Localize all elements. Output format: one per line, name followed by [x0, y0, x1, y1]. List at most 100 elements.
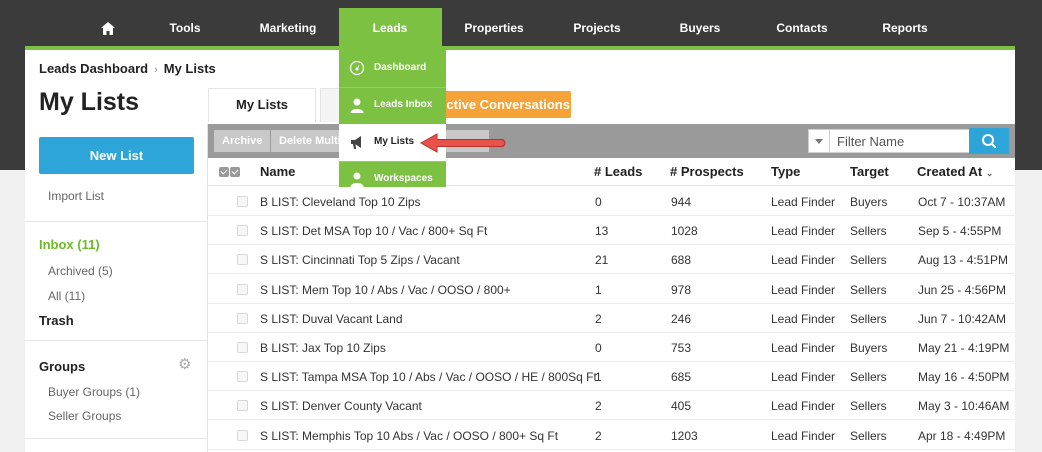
- row-checkbox[interactable]: [237, 429, 248, 441]
- cell-name[interactable]: S LIST: Duval Vacant Land: [260, 312, 403, 326]
- menu-item-label: Dashboard: [374, 62, 427, 73]
- sidebar-item-archived[interactable]: Archived (5): [48, 264, 113, 278]
- sidebar-divider: [25, 438, 208, 439]
- sort-chevron-icon: ⌄: [985, 168, 994, 178]
- sidebar-item-buyer-groups[interactable]: Buyer Groups (1): [48, 385, 140, 399]
- tab-my-lists[interactable]: My Lists: [208, 88, 316, 122]
- megaphone-icon: [351, 136, 361, 149]
- nav-buyers[interactable]: Buyers: [672, 8, 728, 48]
- select-all-checkbox[interactable]: [230, 167, 240, 177]
- menu-item-dashboard[interactable]: Dashboard: [339, 50, 446, 87]
- nav-properties[interactable]: Properties: [458, 8, 530, 48]
- breadcrumb: Leads Dashboard › My Lists: [39, 61, 216, 76]
- cell-created-at: May 3 - 10:46AM: [918, 399, 1010, 414]
- cell-name[interactable]: B LIST: Jax Top 10 Zips: [260, 341, 386, 355]
- cell-created-at: Aug 13 - 4:51PM: [918, 253, 1009, 268]
- cell-name[interactable]: S LIST: Cincinnati Top 5 Zips / Vacant: [260, 253, 460, 267]
- cell-name[interactable]: S LIST: Denver County Vacant: [260, 399, 422, 413]
- column-header-prospects[interactable]: # Prospects: [670, 164, 744, 179]
- cell-created-at: Sep 5 - 4:55PM: [918, 224, 1002, 239]
- sidebar-divider: [25, 340, 208, 341]
- cell-name[interactable]: S LIST: Tampa MSA Top 10 / Abs / Vac / O…: [260, 370, 597, 384]
- row-checkbox[interactable]: [237, 371, 248, 383]
- row-checkbox[interactable]: [237, 254, 248, 266]
- column-header-created-at[interactable]: Created At ⌄: [917, 164, 993, 179]
- cell-created-at: Oct 7 - 10:37AM: [918, 195, 1006, 209]
- home-icon[interactable]: [96, 8, 120, 48]
- chevron-down-icon: [815, 139, 823, 144]
- cell-created-at: Jun 25 - 4:56PM: [918, 282, 1007, 297]
- cell-leads: 2: [595, 399, 602, 414]
- nav-leads[interactable]: Leads: [360, 8, 420, 48]
- cell-prospects: 978: [671, 282, 692, 297]
- cell-type: Lead Finder: [771, 253, 836, 268]
- cell-created-at: May 21 - 4:19PM: [918, 341, 1010, 355]
- filter-dropdown[interactable]: [808, 129, 830, 153]
- person-icon: [350, 98, 364, 113]
- filter-name-input[interactable]: [830, 129, 970, 153]
- search-button[interactable]: [969, 128, 1009, 154]
- nav-tools[interactable]: Tools: [160, 8, 210, 48]
- cell-prospects: 246: [671, 311, 692, 326]
- tab-active-conversations[interactable]: Active Conversations: [436, 91, 571, 118]
- archive-button[interactable]: Archive: [214, 130, 271, 152]
- cell-type: Lead Finder: [771, 370, 836, 385]
- column-header-created-at-label: Created At: [917, 164, 983, 179]
- cell-name[interactable]: S LIST: Det MSA Top 10 / Vac / 800+ Sq F…: [260, 224, 487, 238]
- cell-leads: 2: [595, 428, 602, 443]
- cell-target: Buyers: [850, 195, 888, 209]
- menu-item-leads-inbox[interactable]: Leads Inbox: [339, 87, 446, 124]
- menu-item-label: My Lists: [374, 136, 415, 147]
- sidebar-item-seller-groups[interactable]: Seller Groups: [48, 409, 121, 423]
- column-header-target[interactable]: Target: [850, 164, 889, 179]
- breadcrumb-separator-icon: ›: [154, 64, 158, 76]
- cell-name[interactable]: S LIST: Memphis Top 10 Abs / Vac / OOSO …: [260, 429, 558, 443]
- cell-type: Lead Finder: [771, 224, 836, 239]
- cell-created-at: Jun 7 - 10:42AM: [918, 311, 1007, 326]
- person-icon: [350, 172, 364, 187]
- cell-leads: 21: [595, 253, 609, 268]
- cell-target: Buyers: [850, 341, 888, 355]
- column-header-leads[interactable]: # Leads: [594, 164, 642, 179]
- row-checkbox[interactable]: [237, 283, 248, 295]
- cell-target: Sellers: [850, 399, 887, 414]
- delete-multiple-button[interactable]: Delete Multiple: [271, 130, 343, 152]
- menu-item-label: Leads Inbox: [374, 99, 433, 110]
- gear-icon[interactable]: ⚙: [178, 357, 194, 373]
- cell-target: Sellers: [850, 282, 887, 297]
- nav-reports[interactable]: Reports: [876, 8, 934, 48]
- column-header-type[interactable]: Type: [771, 164, 800, 179]
- nav-contacts[interactable]: Contacts: [772, 8, 832, 48]
- cell-type: Lead Finder: [771, 399, 836, 414]
- cell-leads: 0: [595, 195, 602, 209]
- row-checkbox[interactable]: [237, 342, 248, 353]
- cell-leads: 1: [595, 282, 602, 297]
- row-checkbox[interactable]: [237, 400, 248, 412]
- import-list-link[interactable]: Import List: [48, 189, 104, 203]
- cell-prospects: 1028: [671, 224, 698, 239]
- sidebar-item-trash[interactable]: Trash: [39, 313, 74, 328]
- breadcrumb-current: My Lists: [163, 61, 216, 76]
- cell-prospects: 685: [671, 370, 692, 385]
- sidebar-item-all[interactable]: All (11): [48, 289, 85, 303]
- cell-prospects: 1203: [671, 428, 698, 443]
- row-checkbox[interactable]: [237, 225, 248, 237]
- cell-target: Sellers: [850, 253, 887, 268]
- new-list-button[interactable]: New List: [39, 137, 194, 174]
- cell-target: Sellers: [850, 370, 887, 385]
- column-header-name[interactable]: Name: [260, 164, 295, 179]
- menu-item-label: Workspaces: [374, 173, 433, 184]
- sidebar-item-inbox[interactable]: Inbox (11): [39, 237, 100, 252]
- nav-projects[interactable]: Projects: [568, 8, 626, 48]
- select-all-checkbox[interactable]: [219, 167, 229, 177]
- cell-type: Lead Finder: [771, 282, 836, 297]
- cell-name[interactable]: B LIST: Cleveland Top 10 Zips: [260, 195, 421, 209]
- breadcrumb-parent[interactable]: Leads Dashboard: [39, 61, 148, 76]
- nav-marketing[interactable]: Marketing: [253, 8, 323, 48]
- cell-created-at: Apr 18 - 4:49PM: [918, 428, 1006, 443]
- row-checkbox[interactable]: [237, 196, 248, 207]
- cell-name[interactable]: S LIST: Mem Top 10 / Abs / Vac / OOSO / …: [260, 283, 511, 297]
- row-checkbox[interactable]: [237, 312, 248, 324]
- cell-leads: 13: [595, 224, 609, 239]
- cell-target: Sellers: [850, 428, 887, 443]
